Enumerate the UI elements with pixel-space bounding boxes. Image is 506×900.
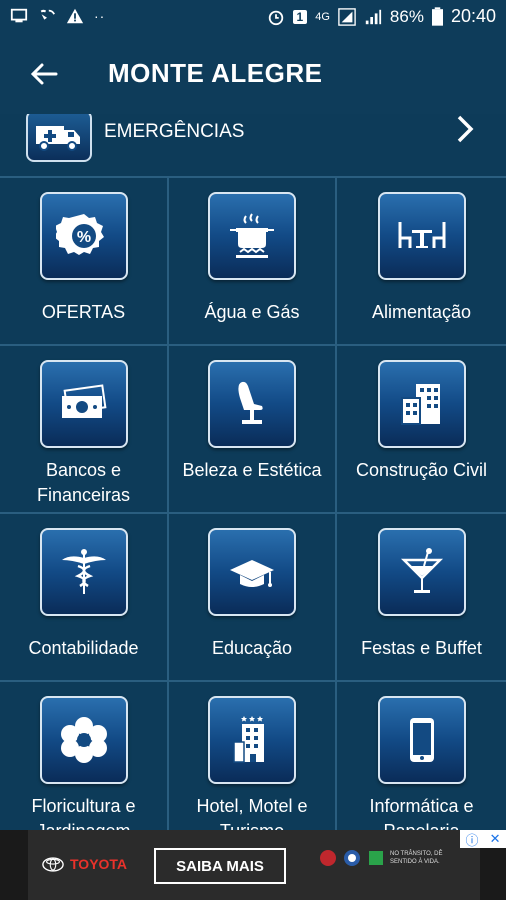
svg-text:%: % [76, 229, 90, 246]
category-floricultura-e-jardinagem[interactable]: Floricultura e Jardinagem [0, 682, 169, 830]
category-label: Beleza e Estética [182, 460, 322, 480]
category-tile [377, 696, 466, 784]
category-tile [208, 360, 296, 448]
cocktail-glass-icon [400, 548, 443, 593]
dining-table-icon [398, 222, 445, 248]
category-label: Floricultura e Jardinagem [31, 796, 136, 830]
category-ofertas[interactable]: % OFERTAS [0, 178, 169, 346]
category-tile [377, 192, 466, 280]
emergency-row[interactable]: EMERGÊNCIAS [0, 114, 506, 178]
ad-close-icon[interactable]: ✕ [490, 831, 501, 847]
category-label: Informática e Papelaria [369, 796, 474, 830]
category-label: Festas e Buffet [361, 638, 482, 658]
category-tile [377, 360, 466, 448]
category-informatica-e-papelaria[interactable]: Informática e Papelaria [337, 682, 506, 830]
ad-brand: TOYOTA [42, 856, 127, 872]
category-tile [208, 528, 296, 616]
toyota-logo-icon [42, 856, 64, 872]
battery-icon [431, 7, 443, 26]
category-label: Construção Civil [355, 460, 488, 480]
caduceus-icon [61, 549, 106, 594]
category-bancos-e-financeiras[interactable]: Bancos e Financeiras [0, 346, 169, 514]
ad-cta-button[interactable]: SAIBA MAIS [154, 848, 286, 884]
status-bar: ·· 1 4G 86% 20:40 [0, 0, 506, 34]
seal-icon [320, 850, 336, 866]
category-list[interactable]: EMERGÊNCIAS % OFERTAS Água e Gás Aliment… [0, 114, 506, 830]
clock: 20:40 [450, 6, 496, 26]
category-label: Alimentação [371, 302, 472, 322]
ad-controls[interactable]: ⓘ ✕ [460, 830, 506, 848]
salon-chair-icon [238, 381, 263, 424]
ad-content[interactable]: TOYOTA SAIBA MAIS NO TRÂNSITO, DÊ SENTID… [28, 830, 480, 900]
category-grid: % OFERTAS Água e Gás Alimentação Bancos … [0, 178, 506, 830]
category-agua-e-gas[interactable]: Água e Gás [169, 178, 337, 346]
ambulance-icon [36, 126, 80, 151]
category-construcao-civil[interactable]: Construção Civil [337, 346, 506, 514]
category-label: Hotel, Motel e Turismo [196, 796, 308, 830]
signal-box-icon [338, 7, 356, 26]
gas-stove-pot-icon [230, 213, 274, 258]
screen-icon [10, 8, 28, 23]
emergency-label: EMERGÊNCIAS [104, 121, 245, 142]
warning-icon [66, 8, 84, 24]
signal-icon [365, 9, 382, 24]
network-type: 4G [315, 10, 330, 23]
flower-icon [60, 717, 107, 763]
smartphone-icon [409, 718, 434, 762]
sim-badge: 1 [292, 9, 308, 24]
category-label: OFERTAS [41, 302, 126, 322]
seal-icon [344, 850, 360, 866]
category-tile [208, 192, 296, 280]
category-label: Bancos e Financeiras [36, 460, 131, 505]
discount-badge-icon: % [55, 214, 104, 255]
category-alimentacao[interactable]: Alimentação [337, 178, 506, 346]
money-bills-icon [61, 384, 106, 418]
ad-banner[interactable]: TOYOTA SAIBA MAIS NO TRÂNSITO, DÊ SENTID… [0, 830, 506, 900]
emergency-tile [26, 114, 92, 162]
alarm-icon [268, 10, 283, 25]
ad-tagline: NO TRÂNSITO, DÊ SENTIDO À VIDA. [390, 851, 443, 865]
more-dots-icon: ·· [94, 8, 106, 24]
battery-percent: 86% [389, 6, 424, 26]
category-tile [39, 528, 128, 616]
category-festas-e-buffet[interactable]: Festas e Buffet [337, 514, 506, 682]
ad-seals: NO TRÂNSITO, DÊ SENTIDO À VIDA. [318, 848, 460, 868]
page-title: MONTE ALEGRE [108, 58, 323, 88]
buildings-icon [400, 384, 440, 425]
ad-brand-name: TOYOTA [70, 856, 128, 872]
ad-info-icon[interactable]: ⓘ [466, 830, 479, 849]
category-tile [39, 360, 128, 448]
category-tile [39, 696, 128, 784]
category-tile [377, 528, 466, 616]
category-label: Contabilidade [28, 638, 139, 658]
category-educacao[interactable]: Educação [169, 514, 337, 682]
category-tile: % [39, 192, 128, 280]
graduation-cap-icon [230, 560, 274, 587]
category-beleza-e-estetica[interactable]: Beleza e Estética [169, 346, 337, 514]
seal-icon [369, 851, 383, 865]
hotel-building-icon [233, 716, 264, 763]
category-hotel-motel-e-turismo[interactable]: Hotel, Motel e Turismo [169, 682, 337, 830]
category-contabilidade[interactable]: Contabilidade [0, 514, 169, 682]
app-bar: MONTE ALEGRE [0, 34, 506, 114]
chevron-right-icon [457, 115, 474, 143]
back-arrow-icon[interactable] [28, 58, 60, 90]
wifi-call-icon [40, 9, 56, 20]
category-label: Água e Gás [204, 302, 300, 322]
category-tile [208, 696, 296, 784]
category-label: Educação [211, 638, 293, 658]
